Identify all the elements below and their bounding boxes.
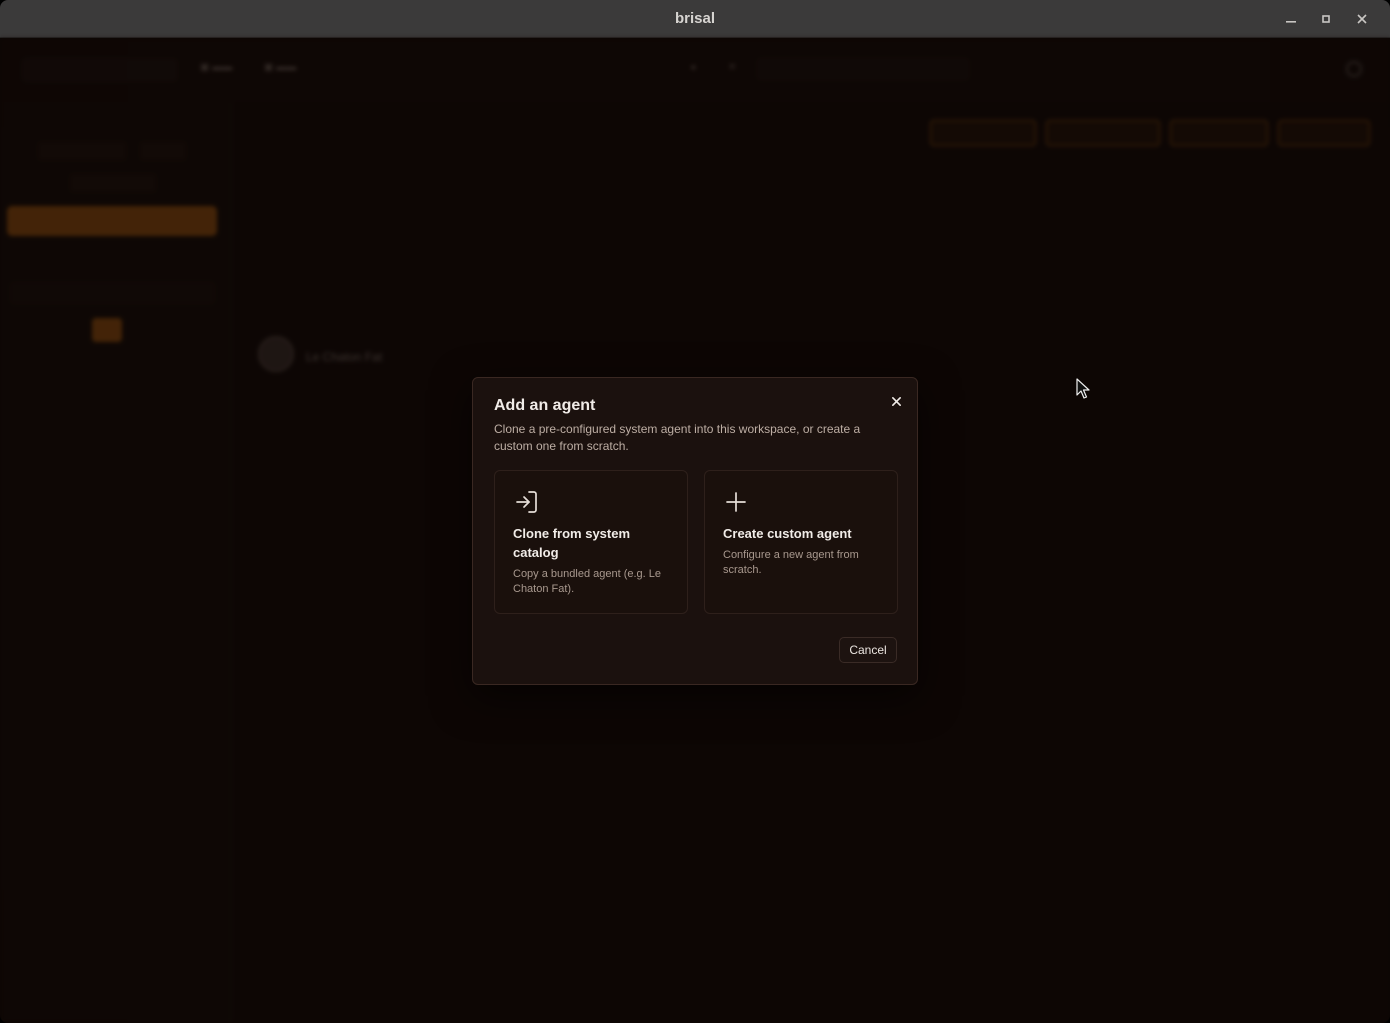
close-icon[interactable]: [887, 392, 905, 410]
dialog-description: Clone a pre-configured system agent into…: [494, 422, 861, 453]
option-title: Create custom agent: [723, 526, 852, 541]
option-description: Copy a bundled agent (e.g. Le Chaton Fat…: [513, 568, 662, 595]
login-arrow-icon: [513, 489, 539, 515]
app-window: brisal ▣ ▬▬ ▣ ▬▬ ◂ ✕ Le Chaton Fat Add a…: [0, 0, 1390, 1023]
dialog-title: Add an agent: [494, 397, 596, 414]
cancel-button[interactable]: Cancel: [839, 637, 897, 663]
add-agent-dialog: Add an agent Clone a pre-configured syst…: [472, 377, 918, 685]
create-custom-agent-option[interactable]: Create custom agent Configure a new agen…: [704, 470, 898, 614]
clone-from-catalog-option[interactable]: Clone from system catalog Copy a bundled…: [494, 470, 688, 614]
mouse-cursor-icon: [1076, 378, 1090, 400]
window-title: brisal: [674, 10, 716, 27]
option-title: Clone from system catalog: [513, 526, 631, 560]
option-description: Configure a new agent from scratch.: [723, 549, 859, 576]
plus-icon: [723, 489, 749, 515]
close-icon[interactable]: [1352, 9, 1372, 29]
minimize-icon[interactable]: [1281, 9, 1301, 29]
title-bar: brisal: [0, 0, 1390, 38]
maximize-icon[interactable]: [1316, 9, 1336, 29]
